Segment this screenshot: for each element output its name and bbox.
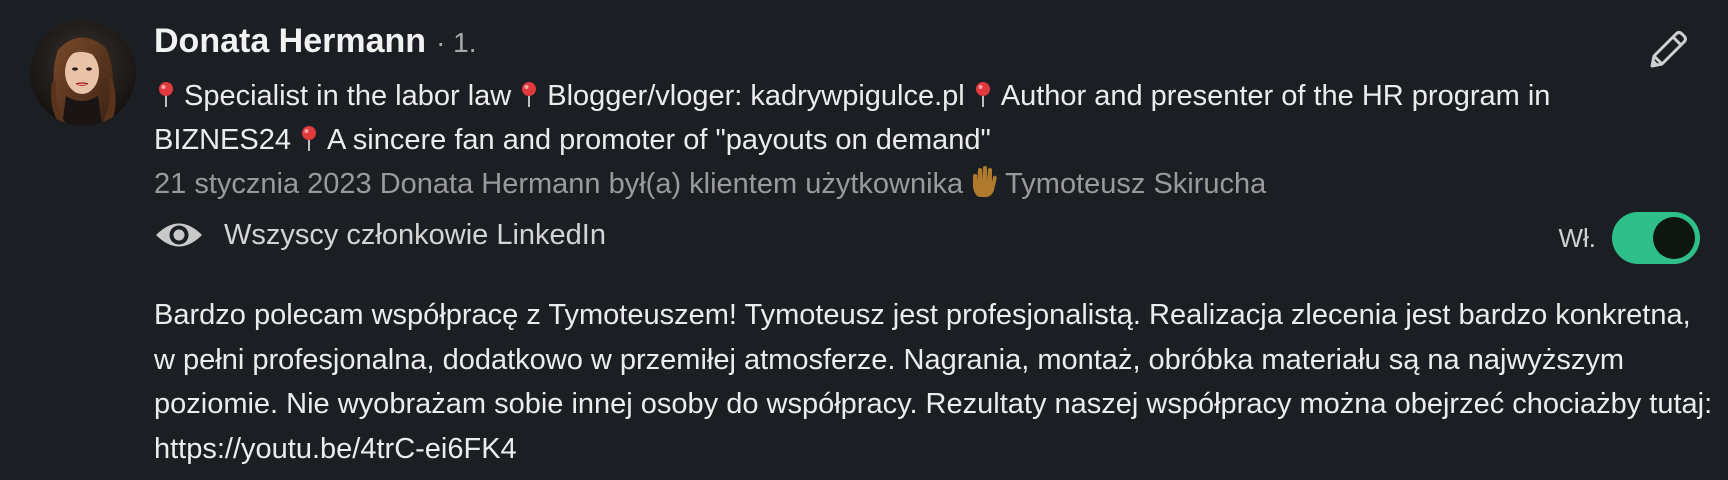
recommendation-body: Bardzo polecam współpracę z Tymoteuszem!… (154, 299, 1713, 465)
headline-part: Specialist in the labor law (184, 80, 512, 112)
headline-part: Blogger/vloger: kadrywpigulce.pl (547, 80, 965, 112)
connection-degree: · 1. (436, 27, 477, 58)
meta-suffix: Tymoteusz Skirucha (1005, 168, 1267, 200)
pushpin-icon (522, 82, 537, 107)
visibility-label: Wszyscy członkowie LinkedIn (224, 218, 606, 251)
name-row: Donata Hermann · 1. (154, 22, 1694, 74)
visibility-row: Wszyscy członkowie LinkedIn Wł. (154, 206, 1700, 264)
headline-part: A sincere fan and promoter of "payouts o… (327, 124, 991, 156)
pencil-icon[interactable] (1644, 26, 1692, 74)
visibility-toggle[interactable] (1612, 212, 1700, 264)
relationship-meta: 21 stycznia 2023 Donata Hermann był(a) k… (154, 162, 1694, 206)
toggle-label: Wł. (1558, 222, 1596, 253)
toggle-knob (1653, 217, 1695, 259)
visibility-toggle-group: Wł. (1558, 212, 1700, 264)
pushpin-icon (975, 82, 990, 107)
meta-prefix: 21 stycznia 2023 Donata Hermann był(a) k… (154, 168, 964, 200)
eye-icon (156, 223, 202, 247)
recommender-headline: Specialist in the labor law Blogger/vloge… (154, 74, 1594, 162)
recommendation-card: Donata Hermann · 1. Specialist in the la… (0, 0, 1728, 480)
pushpin-icon (159, 82, 173, 107)
recommender-name[interactable]: Donata Hermann (154, 22, 426, 61)
avatar-photo (30, 20, 136, 126)
avatar[interactable] (30, 20, 136, 126)
recommendation-content: Donata Hermann · 1. Specialist in the la… (154, 22, 1712, 471)
pushpin-icon (302, 126, 316, 151)
raised-hand-icon (973, 166, 997, 197)
